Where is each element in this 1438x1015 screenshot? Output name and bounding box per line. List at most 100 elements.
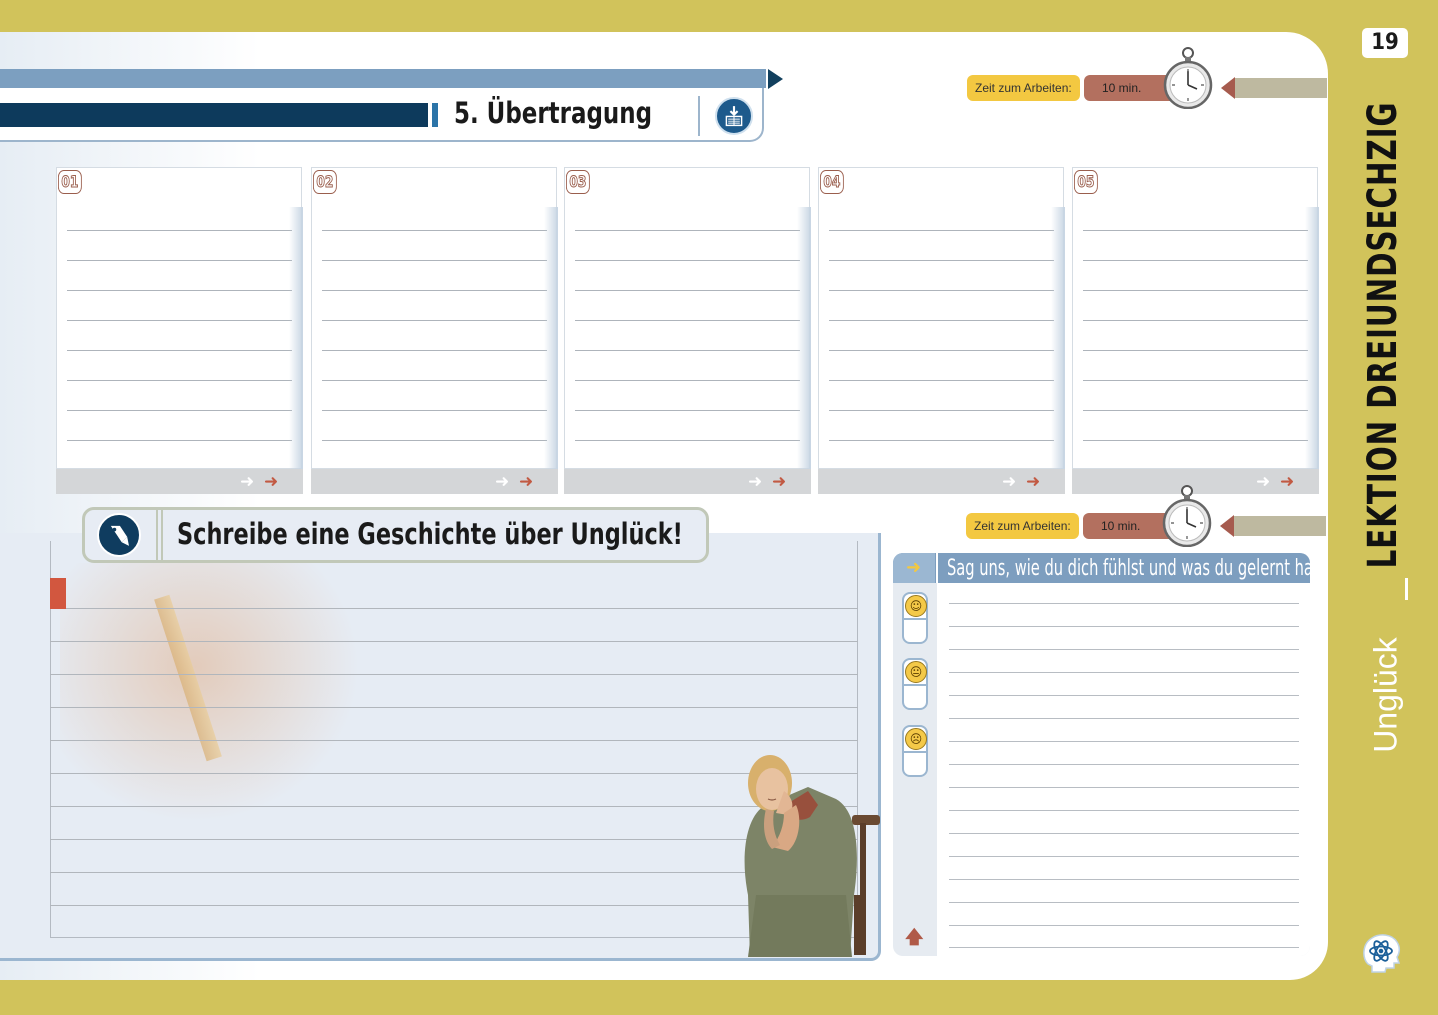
card-line[interactable] <box>575 441 800 471</box>
card-line[interactable] <box>322 321 547 351</box>
arrow-right-icon: ➜ <box>1256 472 1271 492</box>
card-line[interactable] <box>322 351 547 381</box>
card-line[interactable] <box>1083 291 1308 321</box>
card-line[interactable] <box>575 261 800 291</box>
card-line[interactable] <box>829 381 1054 411</box>
card-line[interactable] <box>67 351 292 381</box>
timer-bottom-label: Zeit zum Arbeiten: <box>966 513 1079 539</box>
card-line[interactable] <box>829 261 1054 291</box>
mood-sad[interactable]: ☹ <box>902 725 928 777</box>
card-line[interactable] <box>67 261 292 291</box>
workbook-page: 19 LEKTION DREIUNDSECHZIG Unglück 5. Übe… <box>0 0 1438 1015</box>
answer-card-04: ➜ ➜ 04 <box>818 167 1065 494</box>
card-line[interactable] <box>322 261 547 291</box>
card-line[interactable] <box>322 441 547 471</box>
card-line[interactable] <box>1083 381 1308 411</box>
answer-card-03: ➜ ➜ 03 <box>564 167 811 494</box>
writing-line <box>50 707 858 708</box>
download-list-icon <box>715 97 753 135</box>
lesson-title-block: LEKTION DREIUNDSECHZIG <box>1360 50 1406 619</box>
card-line[interactable] <box>1083 351 1308 381</box>
card-line[interactable] <box>67 321 292 351</box>
neutral-face-icon: 😐 <box>905 661 927 683</box>
section-title: 5. Übertragung <box>454 96 653 130</box>
lesson-title: LEKTION DREIUNDSECHZIG <box>1360 101 1406 569</box>
card-line[interactable] <box>829 411 1054 441</box>
timer-top: 10 min. Zeit zum Arbeiten: <box>967 47 1327 109</box>
stopwatch-icon <box>1163 47 1213 109</box>
arrow-right-icon: ➜ <box>264 472 279 492</box>
card-line[interactable] <box>575 381 800 411</box>
card-line[interactable] <box>575 291 800 321</box>
card-line[interactable] <box>1083 231 1308 261</box>
sad-face-icon: ☹ <box>905 728 927 750</box>
feedback-writing-area[interactable] <box>937 583 1310 956</box>
card-line[interactable] <box>575 351 800 381</box>
card-line[interactable] <box>575 321 800 351</box>
mood-neutral[interactable]: 😐 <box>902 658 928 710</box>
arrow-up-icon: 🡅 <box>905 927 924 948</box>
writing-line <box>50 740 858 741</box>
card-line[interactable] <box>1083 441 1308 471</box>
card-line[interactable] <box>575 201 800 231</box>
card-number: 01 <box>58 170 82 194</box>
card-line[interactable] <box>829 351 1054 381</box>
arrow-right-icon: ➜ <box>519 472 534 492</box>
card-line[interactable] <box>67 441 292 471</box>
writing-line <box>50 641 858 642</box>
arrow-right-icon: ➜ <box>240 472 255 492</box>
writing-line <box>50 674 858 675</box>
sidebar-separator <box>1405 578 1408 600</box>
card-line[interactable] <box>829 441 1054 471</box>
card-line[interactable] <box>1083 201 1308 231</box>
card-line[interactable] <box>322 381 547 411</box>
card-line[interactable] <box>322 411 547 441</box>
timer-top-label: Zeit zum Arbeiten: <box>967 75 1080 101</box>
section-header-band <box>0 69 766 88</box>
task-title: Schreibe eine Geschichte über Unglück! <box>177 517 683 551</box>
margin-marker <box>50 578 66 609</box>
card-line[interactable] <box>575 411 800 441</box>
arrow-right-icon: ➜ <box>1280 472 1295 492</box>
sad-woman-illustration <box>744 755 880 957</box>
happy-face-icon: ☺ <box>905 595 927 617</box>
card-line[interactable] <box>67 291 292 321</box>
card-line[interactable] <box>1083 411 1308 441</box>
card-line[interactable] <box>67 381 292 411</box>
card-line[interactable] <box>829 201 1054 231</box>
lesson-topic: Unglück <box>1367 637 1404 753</box>
writing-line <box>50 608 858 609</box>
card-line[interactable] <box>829 321 1054 351</box>
answer-card-05: ➜ ➜ 05 <box>1072 167 1319 494</box>
card-number: 03 <box>566 170 590 194</box>
arrow-right-icon: ➜ <box>1026 472 1041 492</box>
card-line[interactable] <box>322 291 547 321</box>
arrow-right-icon: ➜ <box>772 472 787 492</box>
card-line[interactable] <box>322 231 547 261</box>
section-header-arrow <box>768 69 783 89</box>
card-line[interactable] <box>829 231 1054 261</box>
arrow-right-icon: ➜ <box>495 472 510 492</box>
stopwatch-icon <box>1162 485 1212 547</box>
feedback-title: Sag uns, wie du dich fühlst und was du g… <box>947 556 1310 581</box>
card-number: 05 <box>1074 170 1098 194</box>
card-line[interactable] <box>829 291 1054 321</box>
card-line[interactable] <box>322 201 547 231</box>
card-number: 02 <box>313 170 337 194</box>
card-line[interactable] <box>575 231 800 261</box>
card-line[interactable] <box>67 411 292 441</box>
card-line[interactable] <box>1083 261 1308 291</box>
timer-bottom: 10 min. Zeit zum Arbeiten: <box>966 485 1326 547</box>
arrow-right-icon: ➜ <box>906 557 922 578</box>
answer-card-01: ➜ ➜ 01 <box>56 167 303 494</box>
card-number: 04 <box>820 170 844 194</box>
feedback-panel: ➜ Sag uns, wie du dich fühlst und was du… <box>893 553 1310 956</box>
card-line[interactable] <box>67 231 292 261</box>
brain-atom-icon <box>1363 934 1401 973</box>
pen-writing-icon <box>97 513 141 557</box>
card-line[interactable] <box>67 201 292 231</box>
card-line[interactable] <box>1083 321 1308 351</box>
arrow-right-icon: ➜ <box>748 472 763 492</box>
answer-card-02: ➜ ➜ 02 <box>311 167 558 494</box>
mood-happy[interactable]: ☺ <box>902 592 928 644</box>
